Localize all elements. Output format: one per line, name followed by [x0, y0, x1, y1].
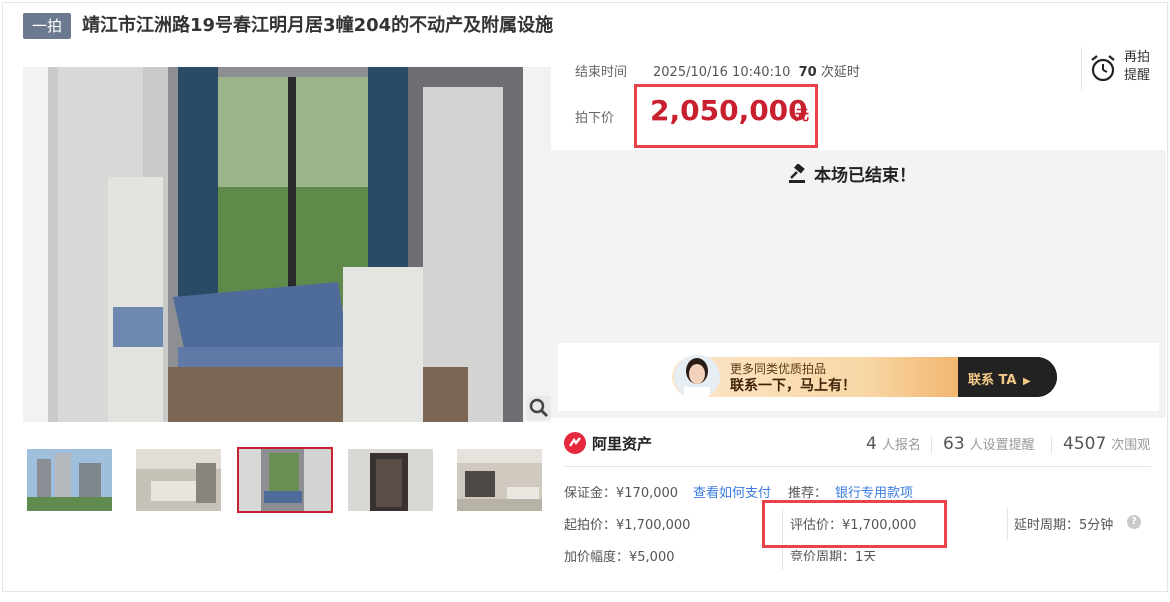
delay-period: 延时周期：5分钟: [1014, 518, 1114, 533]
gavel-icon: [789, 163, 805, 183]
start-price: 起拍价：¥1,700,000: [564, 518, 691, 533]
agent-avatar: [674, 355, 720, 399]
thumbnail-1[interactable]: [27, 449, 112, 511]
delay-count: 70: [798, 65, 817, 80]
remind-label-line2: 提醒: [1124, 68, 1151, 83]
end-time-value: 2025/10/16 10:40:10 70 次延时: [653, 61, 860, 80]
reminder-count: 63 人设置提醒: [943, 434, 1035, 454]
ali-assets-logo: [564, 432, 586, 454]
deposit-info: 保证金：¥170,000: [564, 486, 679, 501]
thumbnail-3-selected[interactable]: [237, 447, 333, 513]
eval-highlight-box: [762, 500, 947, 548]
recommend-label: 推荐：: [788, 486, 828, 501]
thumbnail-image: [457, 449, 542, 511]
ali-assets-logo-mark: [569, 437, 581, 447]
remind-button[interactable]: 再拍 提醒: [1081, 47, 1163, 91]
view-number: 4507: [1063, 434, 1107, 454]
remind-label: 再拍 提醒: [1124, 49, 1156, 85]
reminder-label: 人设置提醒: [969, 438, 1035, 453]
auction-ended-text: 本场已结束！: [814, 166, 916, 186]
alarm-clock-icon: [1091, 55, 1115, 82]
contact-button[interactable]: 联系 TA ▶: [968, 369, 1031, 388]
promo-title: 联系一下，马上有！: [730, 378, 856, 394]
bedroom-photo: [48, 67, 523, 422]
seller-name: 阿里资产: [592, 435, 653, 453]
question-icon[interactable]: ?: [1127, 515, 1141, 529]
price-label: 拍下价: [575, 111, 615, 126]
thumbnail-image: [136, 449, 221, 511]
final-price: 2,050,000: [650, 94, 808, 127]
column-divider: [1007, 508, 1008, 540]
contact-button-label: 联系 TA: [968, 373, 1017, 388]
play-arrow-icon: ▶: [1022, 376, 1031, 387]
bid-increment: 加价幅度：¥5,000: [564, 550, 675, 565]
thumbnail-image: [27, 449, 112, 511]
remind-label-line1: 再拍: [1124, 50, 1151, 65]
view-count: 4507 次围观: [1063, 434, 1150, 454]
zoom-button[interactable]: [527, 396, 551, 420]
auction-ended-status: 本场已结束！: [788, 161, 916, 186]
avatar-image: [674, 355, 720, 399]
magnifier-icon: [529, 398, 549, 418]
price-unit: 元: [795, 108, 809, 124]
thumbnail-image: [348, 449, 433, 511]
thumbnail-image: [239, 449, 331, 511]
divider: [564, 466, 1151, 467]
thumbnail-4[interactable]: [348, 449, 433, 511]
thumbnail-2[interactable]: [136, 449, 221, 511]
thumbnail-strip: [23, 447, 551, 515]
stat-divider: [1051, 436, 1052, 454]
signup-label: 人报名: [881, 438, 921, 453]
how-to-pay-link[interactable]: 查看如何支付: [693, 482, 771, 501]
reminder-number: 63: [943, 434, 965, 454]
main-photo[interactable]: [23, 67, 551, 422]
signup-count: 4 人报名: [866, 434, 921, 454]
signup-number: 4: [866, 434, 877, 454]
end-time-label: 结束时间: [575, 65, 628, 80]
delay-suffix: 次延时: [820, 65, 860, 80]
thumbnail-5[interactable]: [457, 449, 542, 511]
auction-type-tag: 一拍: [23, 13, 71, 39]
view-label: 次围观: [1111, 438, 1151, 453]
page-title: 靖江市江洲路19号春江明月居3幢204的不动产及附属设施: [82, 15, 554, 36]
end-time-datetime: 2025/10/16 10:40:10: [653, 65, 791, 80]
bank-payment-link[interactable]: 银行专用款项: [835, 482, 913, 501]
stat-divider: [931, 436, 932, 454]
